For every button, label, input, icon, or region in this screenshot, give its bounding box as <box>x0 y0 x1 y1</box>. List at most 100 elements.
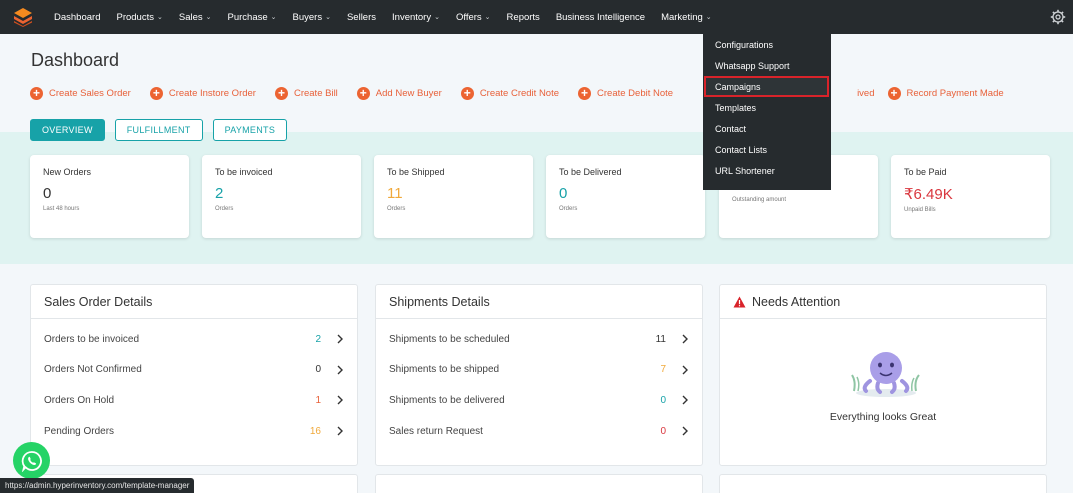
nav-item-dashboard[interactable]: Dashboard <box>46 0 108 34</box>
menu-item-url-shortener[interactable]: URL Shortener <box>703 160 831 181</box>
panel-title: Sales Order Details <box>31 285 357 319</box>
stat-label: To be invoiced <box>215 167 273 177</box>
row-label: Pending Orders <box>44 425 115 437</box>
row-label: Shipments to be shipped <box>389 364 500 376</box>
page-title: Dashboard <box>31 50 120 70</box>
menu-item-contact[interactable]: Contact <box>703 118 831 139</box>
chevron-right-icon[interactable] <box>335 395 345 405</box>
stat-subtext: Last 48 hours <box>43 206 80 212</box>
nav-item-reports[interactable]: Reports <box>499 0 548 34</box>
nav-item-buyers[interactable]: Buyers ⌄ <box>285 0 339 34</box>
chevron-down-icon: ⌄ <box>484 14 491 21</box>
tab-overview[interactable]: OVERVIEW <box>30 119 105 141</box>
menu-item-templates[interactable]: Templates <box>703 97 831 118</box>
chevron-down-icon: ⌄ <box>705 14 712 21</box>
list-item[interactable]: Pending Orders 16 <box>31 416 357 447</box>
chevron-down-icon: ⌄ <box>325 14 331 21</box>
panel-title: Needs Attention <box>720 285 1046 319</box>
quick-action-3[interactable]: + Add New Buyer <box>356 86 442 100</box>
nav-item-sellers[interactable]: Sellers <box>339 0 384 34</box>
nav-item-label: Offers <box>455 11 482 23</box>
list-item[interactable]: Shipments to be scheduled 11 <box>376 324 702 355</box>
menu-item-whatsapp-support[interactable]: Whatsapp Support <box>703 55 831 76</box>
list-item[interactable]: Sales return Request 0 <box>376 416 702 447</box>
plus-circle-icon: + <box>578 86 592 100</box>
stat-label: To be Shipped <box>387 167 445 177</box>
list-item[interactable]: Orders On Hold 1 <box>31 385 357 416</box>
nav-item-sales[interactable]: Sales ⌄ <box>171 0 220 34</box>
chevron-down-icon: ⌄ <box>205 14 212 21</box>
chevron-right-icon[interactable] <box>335 426 345 436</box>
chevron-right-icon[interactable] <box>335 365 345 375</box>
row-label: Shipments to be scheduled <box>389 333 510 345</box>
nav-item-label: Sellers <box>346 11 377 23</box>
chevron-right-icon[interactable] <box>680 426 690 436</box>
quick-action-0[interactable]: + Create Sales Order <box>30 86 131 100</box>
needs-attention-title: Needs Attention <box>752 294 841 309</box>
chevron-right-icon[interactable] <box>680 395 690 405</box>
quick-action-label: ived <box>857 87 875 99</box>
list-item[interactable]: Shipments to be delivered 0 <box>376 385 702 416</box>
whatsapp-chat-button[interactable] <box>13 442 50 479</box>
stat-value: 0 <box>43 185 52 202</box>
shipments-details-panel: Shipments Details Shipments to be schedu… <box>375 284 703 466</box>
stat-subtext: Orders <box>559 206 578 212</box>
panel-title: Shipments Details <box>376 285 702 319</box>
quick-action-2[interactable]: + Create Bill <box>274 86 338 100</box>
stat-card[interactable]: To be Paid ₹6.49K Unpaid Bills <box>891 155 1050 238</box>
row-count: 1 <box>315 394 321 406</box>
stat-value: 2 <box>215 185 224 202</box>
chevron-right-icon[interactable] <box>680 334 690 344</box>
nav-item-business-intelligence[interactable]: Business Intelligence <box>548 0 653 34</box>
quick-action-6[interactable]: +ived <box>838 87 874 100</box>
nav-item-marketing[interactable]: Marketing ⌄ <box>653 0 720 34</box>
quick-action-4[interactable]: + Create Credit Note <box>460 86 559 100</box>
stat-subtext: Unpaid Bills <box>904 207 936 213</box>
top-navbar: Dashboard Products ⌄ Sales ⌄ Purchase ⌄ Buyers ⌄… <box>0 0 1073 34</box>
list-item[interactable]: Shipments to be shipped 7 <box>376 355 702 386</box>
chevron-right-icon[interactable] <box>680 365 690 375</box>
plus-circle-icon: + <box>149 86 163 100</box>
stat-card[interactable]: To be Shipped 11 Orders <box>374 155 533 238</box>
list-item[interactable]: Orders Not Confirmed 0 <box>31 355 357 386</box>
stat-label: New Orders <box>43 167 92 177</box>
lower-panel <box>375 474 703 493</box>
row-count: 2 <box>315 333 321 345</box>
row-count: 0 <box>660 425 666 437</box>
tab-payments[interactable]: PAYMENTS <box>212 119 288 141</box>
app-logo[interactable] <box>0 0 46 34</box>
nav-item-products[interactable]: Products ⌄ <box>108 0 170 34</box>
stat-card[interactable]: To be invoiced 2 Orders <box>202 155 361 238</box>
menu-item-campaigns[interactable]: Campaigns <box>704 76 829 97</box>
stat-value: 11 <box>387 185 403 202</box>
tab-fulfillment[interactable]: FULFILLMENT <box>114 119 203 141</box>
quick-action-1[interactable]: + Create Instore Order <box>149 86 256 100</box>
row-label: Orders to be invoiced <box>44 333 140 345</box>
dashboard-tabs: OVERVIEW FULFILLMENT PAYMENTS <box>30 119 297 141</box>
row-label: Orders Not Confirmed <box>44 364 142 376</box>
stat-value: 0 <box>559 185 568 202</box>
list-item[interactable]: Orders to be invoiced 2 <box>31 324 357 355</box>
gear-icon[interactable] <box>1050 9 1066 25</box>
quick-actions-bar: + Create Sales Order + Create Instore Order… <box>30 85 1023 101</box>
nav-item-label: Dashboard <box>54 11 101 23</box>
plus-circle-icon: + <box>30 86 43 100</box>
nav-item-inventory[interactable]: Inventory ⌄ <box>384 0 448 34</box>
chevron-down-icon: ⌄ <box>270 14 277 21</box>
quick-action-label: Create Sales Order <box>49 87 131 99</box>
stat-card[interactable]: To be Delivered 0 Orders <box>546 155 705 238</box>
nav-item-offers[interactable]: Offers ⌄ <box>448 0 499 34</box>
nav-item-purchase[interactable]: Purchase ⌄ <box>220 0 285 34</box>
quick-action-7[interactable]: + Record Payment Made <box>887 86 1004 100</box>
nav-item-label: Products <box>116 11 154 23</box>
stat-value: ₹6.49K <box>904 186 953 203</box>
stat-card[interactable]: New Orders 0 Last 48 hours <box>30 155 189 238</box>
chevron-right-icon[interactable] <box>335 334 345 344</box>
quick-action-5[interactable]: + Create Debit Note <box>578 86 673 100</box>
row-count: 0 <box>660 394 666 406</box>
menu-item-contact-lists[interactable]: Contact Lists <box>703 139 831 160</box>
plus-circle-icon: + <box>887 86 901 100</box>
plus-circle-icon: + <box>356 86 370 100</box>
quick-action-label: Add New Buyer <box>375 87 442 99</box>
menu-item-configurations[interactable]: Configurations <box>703 34 831 55</box>
